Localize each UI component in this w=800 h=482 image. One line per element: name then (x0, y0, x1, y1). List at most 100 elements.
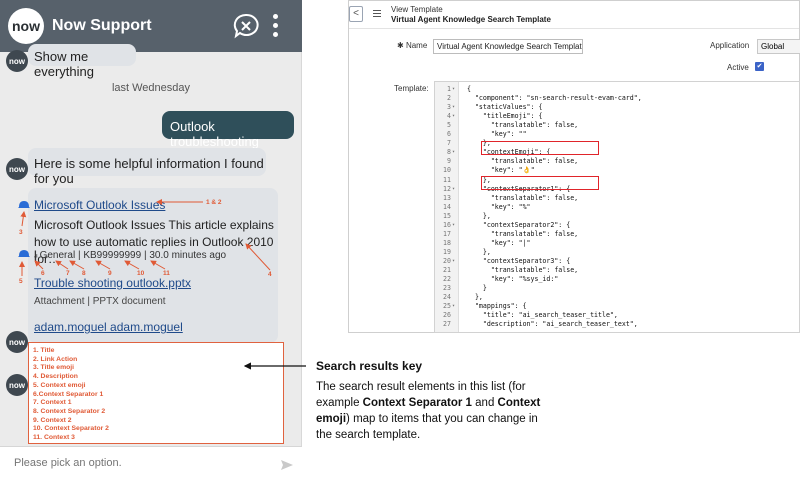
key-list-item: 5. Context emoji (33, 381, 86, 389)
day-separator: last Wednesday (111, 82, 191, 94)
line-number: 27 (443, 320, 451, 329)
active-checkbox[interactable]: ✔ (755, 62, 764, 71)
annotation-7: 7 (66, 270, 70, 277)
code-line: 27 "description": "ai_search_teaser_text… (435, 320, 799, 329)
code-text: "key": "%sys_id:" (467, 275, 559, 284)
line-number: 8 (447, 148, 451, 157)
key-list-item: 7. Context 1 (33, 399, 72, 407)
line-number: 1 (447, 85, 451, 93)
chat-input[interactable] (14, 457, 264, 469)
key-items: 1. Title 2. Link Action 3. Title emoji 4. D… (29, 343, 283, 443)
template-code-editor[interactable]: 1 ▾{2 "component": "sn-search-result-evam… (434, 81, 800, 333)
chat-title: Now Support (52, 17, 152, 34)
key-desc-part: ) map to items that you can change in th… (316, 413, 538, 441)
code-text: "key": "|" (467, 238, 531, 247)
context-2: KB99999999 (83, 250, 142, 261)
template-label: Template: (394, 84, 429, 93)
context-separator-2: | (77, 250, 81, 261)
attachment-link[interactable]: Trouble shooting outlook.pptx (34, 276, 191, 290)
required-icon: ✱ (397, 41, 404, 50)
code-text: }, (467, 211, 491, 220)
name-input[interactable] (433, 39, 583, 54)
code-text: } (467, 284, 487, 293)
code-text: "key": "" (467, 130, 527, 139)
line-number: 26 (443, 311, 451, 320)
bot-avatar: now (6, 50, 28, 72)
code-text: "titleEmoji": { (467, 112, 543, 121)
key-list-item: 9. Context 2 (33, 416, 72, 424)
context-1: General (39, 250, 76, 261)
author-link[interactable]: adam.moguel adam.moguel (34, 320, 183, 334)
fold-toggle-icon[interactable]: ▾ (452, 113, 455, 119)
search-results-key-list: 1. Title 2. Link Action 3. Title emoji 4. D… (28, 342, 284, 444)
code-line: 15 }, (435, 211, 799, 221)
code-line: 20 ▾ "contextSeparator3": { (435, 257, 799, 266)
result-title-link[interactable]: Microsoft Outlook Issues (34, 198, 165, 212)
message-text: Here is some helpful information I found… (34, 156, 264, 186)
annotation-8: 8 (82, 270, 86, 277)
annotation-4: 4 (268, 271, 272, 278)
code-line: 17 "translatable": false, (435, 229, 799, 239)
editor-title: Virtual Agent Knowledge Search Template (391, 15, 551, 24)
close-chat-icon[interactable] (232, 12, 260, 40)
chat-input-bar (0, 446, 302, 482)
code-text: "translatable": false, (467, 121, 579, 130)
more-menu-icon[interactable] (270, 14, 280, 40)
code-line: 3 ▾ "staticValues": { (435, 103, 799, 112)
send-icon[interactable] (280, 458, 294, 472)
code-line: 22 "key": "%sys_id:" (435, 275, 799, 284)
code-text: "translatable": false, (467, 157, 579, 166)
annotation-11: 11 (163, 270, 170, 277)
line-number: 18 (443, 238, 451, 247)
line-number: 22 (443, 275, 451, 284)
key-desc-part: and (471, 397, 498, 409)
code-text: "translatable": false, (467, 193, 579, 202)
key-list-item: 8. Context Separator 2 (33, 407, 106, 415)
line-number: 4 (447, 112, 451, 121)
fold-toggle-icon[interactable]: ▾ (452, 86, 455, 92)
fold-toggle-icon[interactable]: ▾ (452, 149, 455, 155)
code-line: 23 } (435, 284, 799, 293)
code-text: "component": "sn-search-result-evam-card… (467, 94, 642, 103)
code-line: 9 "translatable": false, (435, 157, 799, 166)
fold-toggle-icon[interactable]: ▾ (452, 186, 455, 192)
code-line: 2 "component": "sn-search-result-evam-ca… (435, 94, 799, 103)
line-number: 12 (443, 184, 451, 193)
fold-toggle-icon[interactable]: ▾ (452, 222, 455, 228)
line-number: 9 (447, 157, 451, 166)
line-number: 16 (443, 220, 451, 229)
code-text: "title": "ai_search_teaser_title", (467, 311, 618, 320)
key-list-item: 4. Description (33, 373, 78, 381)
line-number: 2 (447, 94, 451, 103)
active-label: Active (727, 63, 749, 72)
key-title: Search results key (316, 359, 423, 373)
code-line: 21 "translatable": false, (435, 266, 799, 275)
code-line: 24 }, (435, 293, 799, 302)
code-line: 6 "key": "" (435, 130, 799, 139)
code-line: 13 "translatable": false, (435, 193, 799, 203)
bot-avatar: now (6, 374, 28, 396)
key-description: The search result elements in this list … (316, 379, 556, 443)
line-number: 17 (443, 229, 451, 238)
line-number: 15 (443, 211, 451, 220)
fold-toggle-icon[interactable]: ▾ (452, 104, 455, 110)
back-button[interactable]: < (349, 6, 363, 22)
application-select[interactable]: Global (757, 39, 800, 54)
fold-toggle-icon[interactable]: ▾ (452, 303, 455, 309)
annotation-3: 3 (19, 229, 23, 236)
line-number: 13 (443, 193, 451, 202)
line-number: 11 (443, 175, 451, 184)
code-text: "staticValues": { (467, 103, 543, 112)
code-text: { (467, 85, 471, 93)
key-list-item: 3. Title emoji (33, 364, 75, 372)
line-number: 19 (443, 247, 451, 256)
code-line: 26 "title": "ai_search_teaser_title", (435, 311, 799, 320)
fold-toggle-icon[interactable]: ▾ (452, 258, 455, 264)
template-editor: < View Template Virtual Agent Knowledge … (348, 0, 800, 333)
code-text: "key": "👌" (467, 166, 535, 175)
name-field-label: ✱ Name (397, 41, 427, 50)
hamburger-menu-icon[interactable] (373, 10, 381, 19)
line-number: 21 (443, 266, 451, 274)
code-line: 16 ▾ "contextSeparator2": { (435, 220, 799, 230)
line-number: 23 (443, 284, 451, 293)
